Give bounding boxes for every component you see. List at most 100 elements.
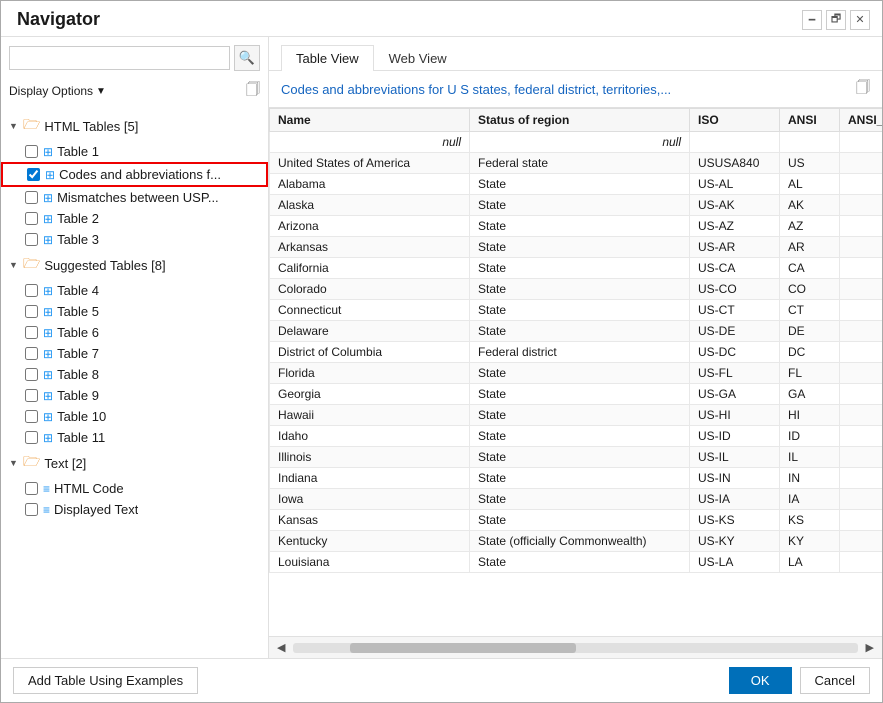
- tree-item-table10[interactable]: ⊞Table 10: [1, 406, 268, 427]
- table-row[interactable]: United States of AmericaFederal stateUSU…: [270, 153, 883, 174]
- item-label: Table 11: [57, 430, 105, 445]
- search-button[interactable]: 🔍: [234, 45, 260, 71]
- text-icon: ≡: [43, 503, 50, 517]
- ok-button[interactable]: OK: [729, 667, 792, 694]
- table-row[interactable]: FloridaStateUS-FLFL: [270, 363, 883, 384]
- cell-ansi1: [840, 342, 883, 363]
- cell-ansi: GA: [780, 384, 840, 405]
- table-row[interactable]: KentuckyState (officially Commonwealth)U…: [270, 531, 883, 552]
- cancel-button[interactable]: Cancel: [800, 667, 870, 694]
- display-options-label-text: Display Options: [9, 84, 93, 98]
- display-options-button[interactable]: Display Options ▼: [9, 84, 106, 98]
- table-row[interactable]: HawaiiStateUS-HIHI: [270, 405, 883, 426]
- checkbox-table11[interactable]: [25, 431, 38, 444]
- table-row[interactable]: District of ColumbiaFederal districtUS-D…: [270, 342, 883, 363]
- tree-item-table6[interactable]: ⊞Table 6: [1, 322, 268, 343]
- checkbox-table10[interactable]: [25, 410, 38, 423]
- tree-group-header-html_tables[interactable]: ▼🗁HTML Tables [5]: [1, 111, 268, 141]
- cell-name: Arkansas: [270, 237, 470, 258]
- add-table-button[interactable]: Add Table Using Examples: [13, 667, 198, 694]
- cell-ansi: CT: [780, 300, 840, 321]
- tree-group-html_tables: ▼🗁HTML Tables [5]⊞Table 1⊞Codes and abbr…: [1, 111, 268, 250]
- item-label: Table 10: [57, 409, 106, 424]
- cell-iso: US-AK: [690, 195, 780, 216]
- tree-group-header-text[interactable]: ▼🗁Text [2]: [1, 448, 268, 478]
- item-label: Table 9: [57, 388, 99, 403]
- scroll-left-arrow[interactable]: ◀: [273, 639, 289, 656]
- table-row[interactable]: AlabamaStateUS-ALAL: [270, 174, 883, 195]
- tree-item-codes_abbr[interactable]: ⊞Codes and abbreviations f...: [1, 162, 268, 187]
- table-icon: ⊞: [43, 347, 53, 361]
- table-icon: ⊞: [43, 389, 53, 403]
- item-label: Table 2: [57, 211, 99, 226]
- cell-ansi1: [840, 258, 883, 279]
- table-row[interactable]: CaliforniaStateUS-CACA: [270, 258, 883, 279]
- cell-ansi1: [840, 279, 883, 300]
- tree-item-table1[interactable]: ⊞Table 1: [1, 141, 268, 162]
- table-row[interactable]: ArizonaStateUS-AZAZ: [270, 216, 883, 237]
- checkbox-html_code[interactable]: [25, 482, 38, 495]
- tree-item-table7[interactable]: ⊞Table 7: [1, 343, 268, 364]
- tree-item-html_code[interactable]: ≡HTML Code: [1, 478, 268, 499]
- tree-item-table5[interactable]: ⊞Table 5: [1, 301, 268, 322]
- cell-iso: US-KS: [690, 510, 780, 531]
- checkbox-table2[interactable]: [25, 212, 38, 225]
- export-icon[interactable]: 🗍: [856, 77, 870, 101]
- checkbox-table1[interactable]: [25, 145, 38, 158]
- tab-web_view[interactable]: Web View: [374, 45, 462, 71]
- dialog-body: 🔍 Display Options ▼ 🗍 ▼🗁HTML Tables [5]⊞…: [1, 36, 882, 658]
- item-label: Displayed Text: [54, 502, 138, 517]
- table-row[interactable]: AlaskaStateUS-AKAK: [270, 195, 883, 216]
- horizontal-scrollbar[interactable]: ◀ ▶: [269, 636, 882, 658]
- table-row[interactable]: IllinoisStateUS-ILIL: [270, 447, 883, 468]
- checkbox-table4[interactable]: [25, 284, 38, 297]
- scroll-right-arrow[interactable]: ▶: [862, 639, 878, 656]
- scroll-track[interactable]: [293, 643, 857, 653]
- tree-item-table8[interactable]: ⊞Table 8: [1, 364, 268, 385]
- checkbox-codes_abbr[interactable]: [27, 168, 40, 181]
- table-row[interactable]: GeorgiaStateUS-GAGA: [270, 384, 883, 405]
- tree-item-table3[interactable]: ⊞Table 3: [1, 229, 268, 250]
- cell-status: State: [470, 405, 690, 426]
- table-wrap[interactable]: NameStatus of regionISOANSIANSI_1nullnul…: [269, 108, 882, 636]
- checkbox-table9[interactable]: [25, 389, 38, 402]
- table-row[interactable]: IdahoStateUS-IDID: [270, 426, 883, 447]
- checkbox-mismatches[interactable]: [25, 191, 38, 204]
- checkbox-table8[interactable]: [25, 368, 38, 381]
- checkbox-table6[interactable]: [25, 326, 38, 339]
- cell-status: State (officially Commonwealth): [470, 531, 690, 552]
- checkbox-table3[interactable]: [25, 233, 38, 246]
- table-row[interactable]: ConnecticutStateUS-CTCT: [270, 300, 883, 321]
- checkbox-displayed_text[interactable]: [25, 503, 38, 516]
- table-icon: ⊞: [43, 233, 53, 247]
- table-row[interactable]: ArkansasStateUS-ARAR: [270, 237, 883, 258]
- table-row[interactable]: LouisianaStateUS-LALA: [270, 552, 883, 573]
- minimize-button[interactable]: 🗕: [802, 10, 822, 30]
- cell-ansi1: [840, 531, 883, 552]
- tree-item-table2[interactable]: ⊞Table 2: [1, 208, 268, 229]
- table-row[interactable]: DelawareStateUS-DEDE: [270, 321, 883, 342]
- close-button[interactable]: ✕: [850, 10, 870, 30]
- cell-ansi: CO: [780, 279, 840, 300]
- table-row[interactable]: IowaStateUS-IAIA: [270, 489, 883, 510]
- scroll-thumb[interactable]: [350, 643, 576, 653]
- cell-ansi: KS: [780, 510, 840, 531]
- table-row[interactable]: KansasStateUS-KSKS: [270, 510, 883, 531]
- search-input[interactable]: [9, 46, 230, 70]
- checkbox-table7[interactable]: [25, 347, 38, 360]
- table-row[interactable]: IndianaStateUS-ININ: [270, 468, 883, 489]
- tab-table_view[interactable]: Table View: [281, 45, 374, 71]
- tree-item-displayed_text[interactable]: ≡ Displayed Text: [1, 499, 268, 520]
- tree-item-table11[interactable]: ⊞Table 11: [1, 427, 268, 448]
- tree-group-header-suggested_tables[interactable]: ▼🗁Suggested Tables [8]: [1, 250, 268, 280]
- restore-button[interactable]: 🗗: [826, 10, 846, 30]
- tree-item-mismatches[interactable]: ⊞Mismatches between USP...: [1, 187, 268, 208]
- cell-ansi1: [840, 321, 883, 342]
- table-row[interactable]: ColoradoStateUS-COCO: [270, 279, 883, 300]
- cell-status: Federal district: [470, 342, 690, 363]
- cell-status: State: [470, 447, 690, 468]
- checkbox-table5[interactable]: [25, 305, 38, 318]
- preview-icon-button[interactable]: 🗍: [246, 79, 260, 103]
- tree-item-table9[interactable]: ⊞ Table 9: [1, 385, 268, 406]
- tree-item-table4[interactable]: ⊞Table 4: [1, 280, 268, 301]
